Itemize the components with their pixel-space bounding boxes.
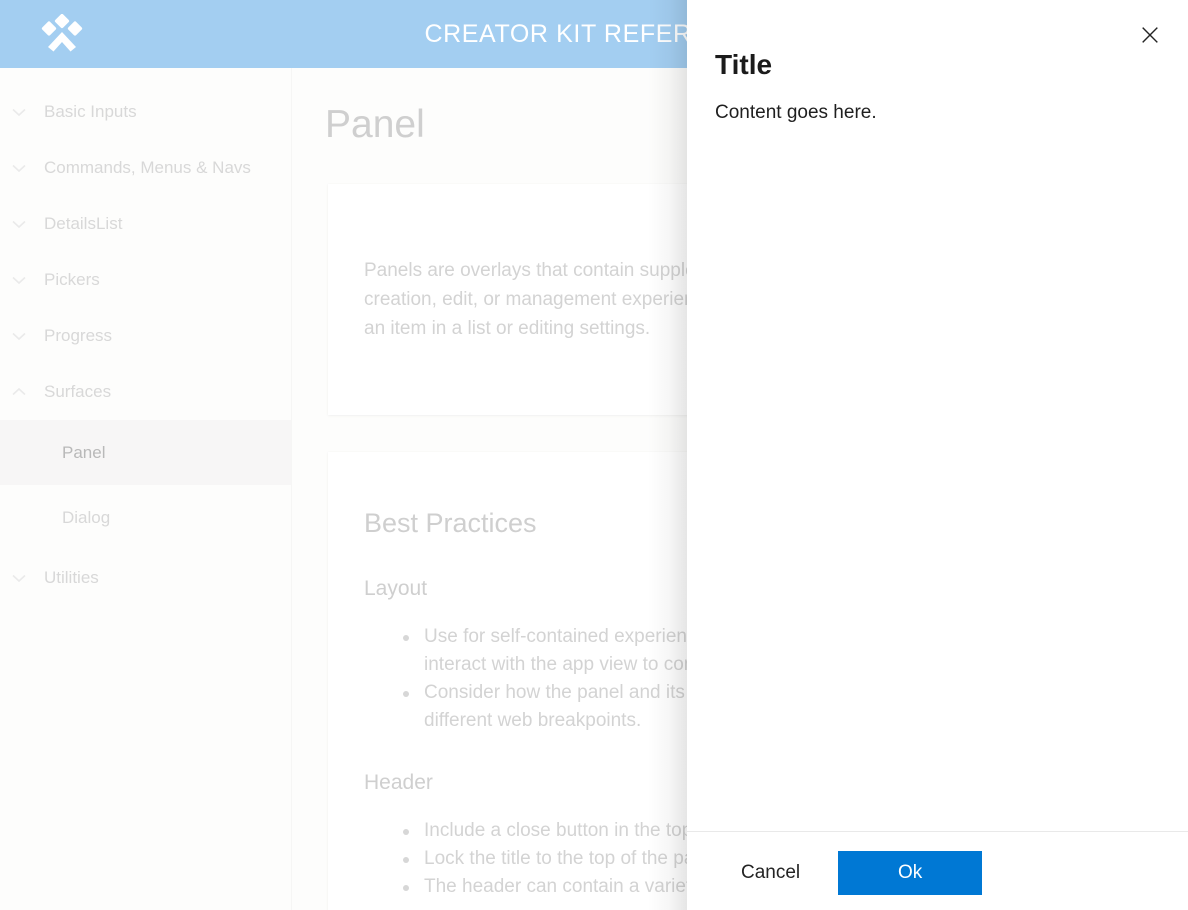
sidebar-group-label: Utilities bbox=[44, 568, 99, 587]
sidebar-group-progress[interactable]: Progress bbox=[0, 308, 291, 364]
chevron-down-icon bbox=[9, 214, 29, 234]
chevron-down-icon bbox=[9, 158, 29, 178]
sidebar-group-pickers[interactable]: Pickers bbox=[0, 252, 291, 308]
sidebar-group-label: Surfaces bbox=[44, 382, 112, 401]
app-root: CREATOR KIT REFERENCE Basic Inputs Comma… bbox=[0, 0, 1188, 910]
chevron-down-icon bbox=[9, 568, 29, 588]
sidebar-group-label: Basic Inputs bbox=[44, 102, 137, 121]
cancel-button[interactable]: Cancel bbox=[715, 854, 826, 892]
sidebar-group-commands-menus-navs[interactable]: Commands, Menus & Navs bbox=[0, 140, 291, 196]
ok-button[interactable]: Ok bbox=[838, 851, 983, 895]
sidebar-group-label: Progress bbox=[44, 326, 113, 345]
panel-body: Content goes here. bbox=[687, 82, 1188, 831]
sidebar-item-panel[interactable]: Panel bbox=[0, 420, 291, 485]
sidebar-group-basic-inputs[interactable]: Basic Inputs bbox=[0, 84, 291, 140]
sidebar-item-label: Dialog bbox=[62, 507, 111, 527]
sidebar-nav: Basic Inputs Commands, Menus & Navs Deta… bbox=[0, 68, 292, 910]
sidebar-group-label: Pickers bbox=[44, 270, 100, 289]
sidebar-item-dialog[interactable]: Dialog bbox=[0, 485, 291, 550]
sidebar-group-detailslist[interactable]: DetailsList bbox=[0, 196, 291, 252]
panel-footer: Cancel Ok bbox=[687, 831, 1188, 910]
panel-content-text: Content goes here. bbox=[715, 101, 877, 123]
sidebar-group-label: Commands, Menus & Navs bbox=[44, 158, 251, 177]
overlay-panel: Title Content goes here. Cancel Ok bbox=[687, 0, 1188, 910]
close-icon[interactable] bbox=[1128, 13, 1172, 57]
chevron-up-icon bbox=[9, 382, 29, 402]
chevron-down-icon bbox=[9, 102, 29, 122]
sidebar-group-surfaces[interactable]: Surfaces bbox=[0, 364, 291, 420]
chevron-down-icon bbox=[9, 270, 29, 290]
panel-header: Title bbox=[687, 0, 1188, 82]
sidebar-group-utilities[interactable]: Utilities bbox=[0, 550, 291, 606]
panel-title: Title bbox=[715, 49, 773, 80]
sidebar-item-label: Panel bbox=[62, 442, 106, 462]
sidebar-group-label: DetailsList bbox=[44, 214, 123, 233]
chevron-down-icon bbox=[9, 326, 29, 346]
